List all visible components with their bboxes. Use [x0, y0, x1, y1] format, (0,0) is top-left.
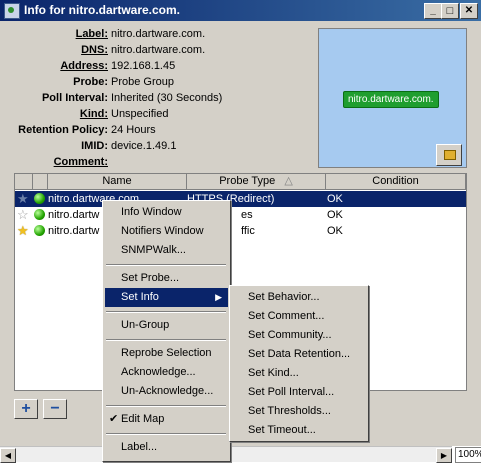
menu-separator [106, 405, 226, 407]
menu-item-info-window[interactable]: Info Window [105, 203, 228, 222]
menu-item-un-acknowledge[interactable]: Un-Acknowledge... [105, 382, 228, 401]
label-value[interactable]: nitro.dartware.com. [111, 28, 205, 40]
context-menu: Info Window Notifiers Window SNMPWalk...… [102, 200, 231, 462]
maximize-button[interactable]: □ [441, 3, 459, 19]
prop-row-comment: Comment: [0, 156, 312, 172]
prop-row-address: Address: 192.168.1.45 [0, 60, 312, 76]
set-info-submenu: Set Behavior... Set Comment... Set Commu… [229, 285, 369, 442]
menu-item-set-probe[interactable]: Set Probe... [105, 269, 228, 288]
checkmark-icon: ✔ [109, 413, 119, 425]
header-star-col[interactable] [15, 174, 33, 190]
menu-item-un-group[interactable]: Un-Group [105, 316, 228, 335]
table-row[interactable]: ☆ nitro.dartw es OK [15, 207, 466, 223]
row-probe-type: ffic [241, 225, 255, 237]
menu-separator [106, 264, 226, 266]
add-probe-button[interactable]: + [14, 399, 38, 419]
retention-caption: Retention Policy: [18, 124, 108, 136]
table-row[interactable]: ★ nitro.dartware.com. HTTPS (Redirect) O… [15, 191, 466, 207]
menu-item-set-thresholds[interactable]: Set Thresholds... [232, 402, 366, 421]
status-ok-icon [34, 225, 45, 236]
header-status-col[interactable] [33, 174, 48, 190]
menu-separator [106, 311, 226, 313]
menu-item-set-behavior[interactable]: Set Behavior... [232, 288, 366, 307]
row-probe-type: es [241, 209, 253, 221]
prop-row-dns: DNS: nitro.dartware.com. [0, 44, 312, 60]
probe-caption: Probe: [73, 76, 108, 88]
comment-caption: Comment: [53, 156, 108, 168]
dns-value[interactable]: nitro.dartware.com. [111, 44, 205, 56]
minimize-button[interactable]: _ [424, 3, 442, 19]
status-ok-icon [34, 193, 45, 204]
imid-value: device.1.49.1 [111, 140, 177, 152]
header-name[interactable]: Name [48, 174, 187, 190]
dns-caption: DNS: [81, 44, 108, 56]
row-condition: OK [327, 193, 343, 205]
header-condition[interactable]: Condition [326, 174, 466, 190]
label-caption: Label: [75, 28, 108, 40]
prop-row-retention: Retention Policy: 24 Hours [0, 124, 312, 140]
header-probe-type[interactable]: Probe Type △ [187, 174, 326, 190]
kind-value[interactable]: Unspecified [111, 108, 168, 120]
kind-caption: Kind: [79, 108, 108, 120]
menu-item-notifiers-window[interactable]: Notifiers Window [105, 222, 228, 241]
probe-value: Probe Group [111, 76, 174, 88]
close-button[interactable]: ✕ [460, 3, 478, 19]
menu-item-reprobe-selection[interactable]: Reprobe Selection [105, 344, 228, 363]
star-icon[interactable]: ★ [17, 192, 29, 205]
retention-value: 24 Hours [111, 124, 156, 136]
menu-item-set-comment[interactable]: Set Comment... [232, 307, 366, 326]
table-header: Name Probe Type △ Condition [15, 174, 466, 190]
lock-button[interactable] [436, 144, 462, 166]
status-ok-icon [34, 209, 45, 220]
set-info-label: Set Info [121, 291, 159, 303]
edit-map-label: Edit Map [121, 413, 165, 425]
menu-item-snmpwalk[interactable]: SNMPWalk... [105, 241, 228, 260]
map-device-label[interactable]: nitro.dartware.com. [343, 91, 439, 108]
prop-row-probe: Probe: Probe Group [0, 76, 312, 92]
imid-caption: IMID: [81, 140, 108, 152]
address-value[interactable]: 192.168.1.45 [111, 60, 175, 72]
menu-item-set-data-retention[interactable]: Set Data Retention... [232, 345, 366, 364]
menu-item-acknowledge[interactable]: Acknowledge... [105, 363, 228, 382]
menu-item-edit-map[interactable]: ✔ Edit Map [105, 410, 228, 429]
menu-item-label[interactable]: Label... [105, 438, 228, 457]
lock-icon [444, 150, 456, 160]
row-condition: OK [327, 225, 343, 237]
menu-item-set-timeout[interactable]: Set Timeout... [232, 421, 366, 440]
address-caption: Address: [60, 60, 108, 72]
poll-interval-value: Inherited (30 Seconds) [111, 92, 223, 104]
remove-probe-button[interactable]: − [43, 399, 67, 419]
sort-ascending-icon: △ [284, 175, 293, 187]
prop-row-label: Label: nitro.dartware.com. [0, 28, 312, 44]
menu-separator [106, 433, 226, 435]
probe-type-header-label: Probe Type [219, 175, 276, 187]
star-icon[interactable]: ☆ [17, 208, 29, 221]
menu-item-set-kind[interactable]: Set Kind... [232, 364, 366, 383]
menu-item-set-info[interactable]: Set Info ▶ [105, 288, 228, 307]
poll-interval-caption: Poll Interval: [41, 92, 108, 104]
app-icon [4, 3, 20, 19]
title-bar[interactable]: Info for nitro.dartware.com. _ □ ✕ [0, 0, 481, 21]
prop-row-imid: IMID: device.1.49.1 [0, 140, 312, 156]
window-title: Info for nitro.dartware.com. [24, 3, 181, 17]
row-condition: OK [327, 209, 343, 221]
menu-item-set-community[interactable]: Set Community... [232, 326, 366, 345]
prop-row-poll-interval: Poll Interval: Inherited (30 Seconds) [0, 92, 312, 108]
menu-separator [106, 339, 226, 341]
submenu-arrow-icon: ▶ [215, 292, 222, 302]
star-icon[interactable]: ★ [17, 224, 29, 237]
table-row[interactable]: ★ nitro.dartw ffic OK [15, 223, 466, 239]
prop-row-kind: Kind: Unspecified [0, 108, 312, 124]
menu-item-set-poll-interval[interactable]: Set Poll Interval... [232, 383, 366, 402]
